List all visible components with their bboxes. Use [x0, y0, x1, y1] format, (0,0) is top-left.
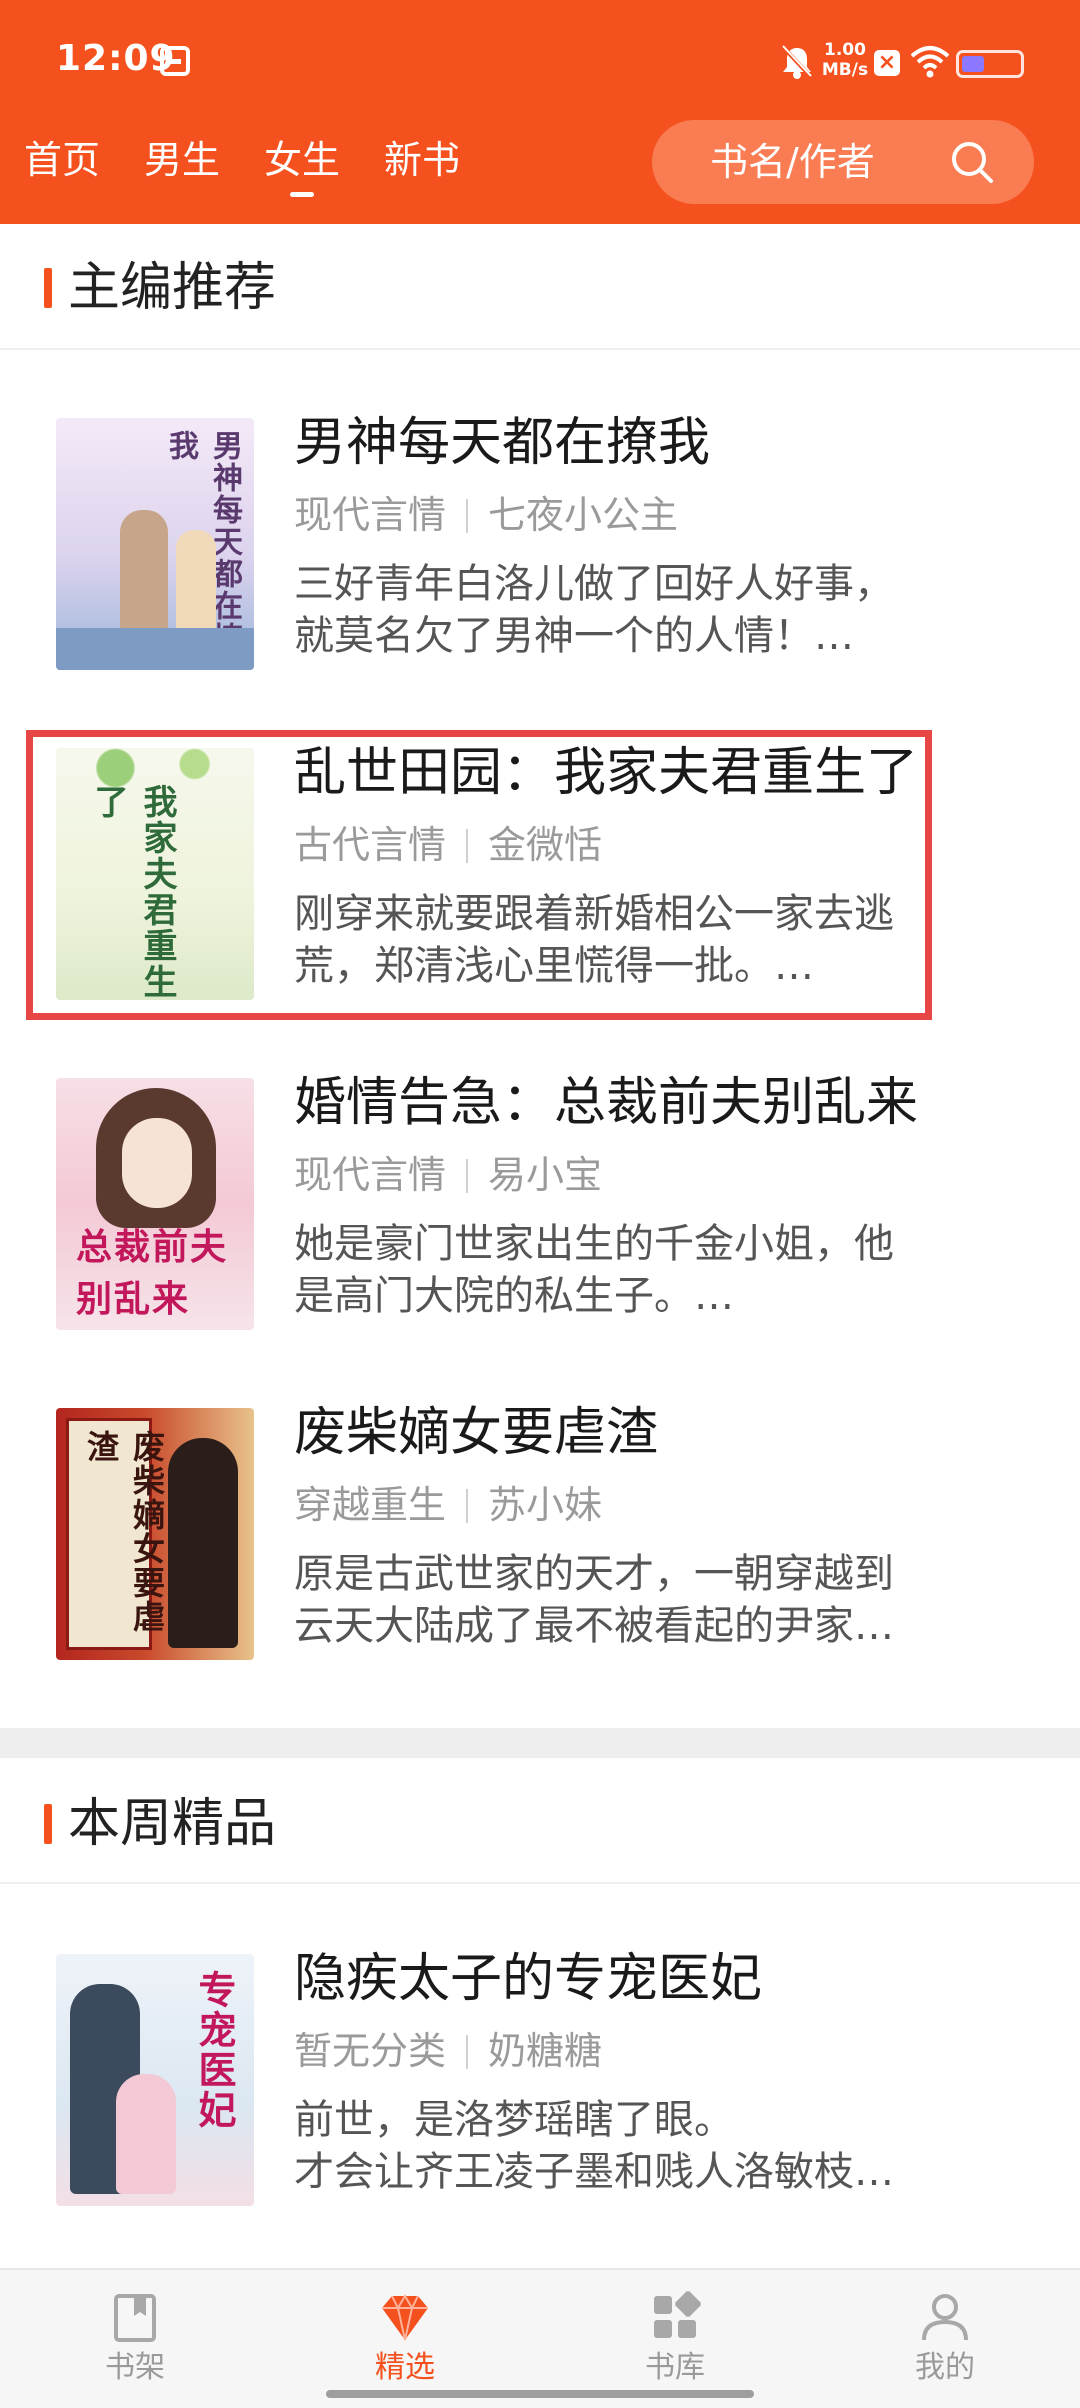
- nav-bookshelf[interactable]: 书架: [60, 2290, 210, 2386]
- cover-title-text: 总裁前夫别乱来: [76, 1226, 229, 1320]
- status-bar: 12:09 1.00 MB/s ×: [0, 0, 1080, 120]
- network-speed-value: 1.00: [824, 40, 866, 60]
- tab-home[interactable]: 首页: [24, 130, 100, 190]
- divider: [0, 1882, 1080, 1884]
- search-placeholder: 书名/作者: [710, 140, 875, 184]
- description-line: 原是古武世家的天才，一朝穿越到: [294, 1551, 894, 1597]
- nav-label: 书库: [645, 2350, 705, 2385]
- book-description: 前世，是洛梦瑶瞎了眼。 才会让齐王凌子墨和贱人洛敏枝…: [294, 2094, 1014, 2198]
- meta-separator: [466, 499, 469, 533]
- wifi-icon: [910, 46, 950, 78]
- section-header-weekly-picks: 本周精品: [0, 1764, 1080, 1884]
- bookshelf-icon: [114, 2294, 156, 2342]
- book-description: 三好青年白洛儿做了回好人好事， 就莫名欠了男神一个的人情！…: [294, 558, 1014, 662]
- book-description: 原是古武世家的天才，一朝穿越到 云天大陆成了最不被看起的尹家…: [294, 1548, 1014, 1652]
- book-meta: 穿越重生 苏小妹: [294, 1480, 602, 1530]
- status-time: 12:09: [56, 38, 176, 79]
- book-cover: 废柴嫡女要虐渣: [56, 1408, 254, 1660]
- nav-library[interactable]: 书库: [600, 2290, 750, 2386]
- calendar-icon: [160, 46, 190, 76]
- section-title: 主编推荐: [68, 258, 277, 318]
- book-item[interactable]: 专宠医妃 隐疾太子的专宠医妃 暂无分类 奶糖糖 前世，是洛梦瑶瞎了眼。 才会让齐王…: [0, 1944, 1080, 2206]
- search-icon: [952, 142, 993, 183]
- book-item[interactable]: 男神每天都在撩我 男神每天都在撩我 现代言情 七夜小公主 三好青年白洛儿做了回好人…: [0, 408, 1080, 670]
- meta-separator: [466, 1489, 469, 1523]
- description-line: 才会让齐王凌子墨和贱人洛敏枝…: [294, 2149, 894, 2195]
- section-marker: [44, 1804, 52, 1844]
- nav-label: 精选: [375, 2350, 435, 2385]
- book-author: 七夜小公主: [488, 493, 679, 537]
- book-item[interactable]: 总裁前夫别乱来 婚情告急：总裁前夫别乱来 现代言情 易小宝 她是豪门世家出生的千金…: [0, 1068, 1080, 1330]
- book-author: 苏小妹: [488, 1483, 603, 1527]
- close-box-icon: ×: [874, 50, 900, 76]
- book-item[interactable]: 废柴嫡女要虐渣 废柴嫡女要虐渣 穿越重生 苏小妹 原是古武世家的天才，一朝穿越到 …: [0, 1398, 1080, 1660]
- book-author: 奶糖糖: [488, 2029, 603, 2073]
- cover-title-text: 专宠医妃: [192, 1970, 237, 2130]
- book-description: 她是豪门世家出生的千金小姐，他 是高门大院的私生子。…: [294, 1218, 1014, 1322]
- description-line: 她是豪门世家出生的千金小姐，他: [294, 1221, 894, 1267]
- section-marker: [44, 268, 52, 308]
- nav-profile[interactable]: 我的: [870, 2290, 1020, 2386]
- tab-male[interactable]: 男生: [144, 130, 220, 190]
- divider: [0, 348, 1080, 350]
- book-title: 男神每天都在撩我: [294, 413, 711, 473]
- book-meta: 现代言情 易小宝: [294, 1150, 602, 1200]
- mute-bell-icon: [782, 45, 812, 79]
- book-cover: 专宠医妃: [56, 1954, 254, 2206]
- cover-title-text: 废柴嫡女要虐渣: [82, 1430, 166, 1634]
- book-title: 废柴嫡女要虐渣: [294, 1403, 659, 1463]
- battery-icon: [956, 50, 1024, 78]
- book-category: 穿越重生: [294, 1483, 447, 1527]
- book-author: 易小宝: [488, 1153, 603, 1197]
- network-speed-unit: MB/s: [821, 60, 869, 80]
- tab-new-books[interactable]: 新书: [384, 130, 460, 190]
- app-header: 12:09 1.00 MB/s × 首页 男生 女生 新书 书名/作者: [0, 0, 1080, 224]
- book-meta: 暂无分类 奶糖糖: [294, 2026, 602, 2076]
- search-box[interactable]: 书名/作者: [652, 120, 1034, 204]
- book-category: 暂无分类: [294, 2029, 447, 2073]
- section-gap: [0, 1728, 1080, 1758]
- network-speed: 1.00 MB/s: [820, 40, 870, 80]
- book-cover: 总裁前夫别乱来: [56, 1078, 254, 1330]
- person-icon: [922, 2294, 968, 2341]
- nav-label: 书架: [105, 2350, 165, 2385]
- bottom-navigation: 书架 精选 书库 我的: [0, 2268, 1080, 2408]
- section-title: 本周精品: [68, 1794, 277, 1854]
- book-title: 婚情告急：总裁前夫别乱来: [294, 1073, 919, 1133]
- description-line: 就莫名欠了男神一个的人情！…: [294, 613, 854, 659]
- description-line: 云天大陆成了最不被看起的尹家…: [294, 1603, 894, 1649]
- meta-separator: [466, 2035, 469, 2069]
- diamond-icon: [382, 2294, 428, 2341]
- description-line: 是高门大院的私生子。…: [294, 1273, 734, 1319]
- highlight-box: [26, 730, 932, 1020]
- book-meta: 现代言情 七夜小公主: [294, 490, 678, 540]
- home-indicator[interactable]: [326, 2390, 754, 2398]
- section-header-editor-picks: 主编推荐: [0, 228, 1080, 348]
- book-category: 现代言情: [294, 1153, 447, 1197]
- grid-icon: [654, 2291, 701, 2338]
- book-category: 现代言情: [294, 493, 447, 537]
- meta-separator: [466, 1159, 469, 1193]
- description-line: 三好青年白洛儿做了回好人好事，: [294, 561, 894, 607]
- nav-label: 我的: [915, 2350, 975, 2385]
- nav-featured[interactable]: 精选: [330, 2290, 480, 2386]
- book-title: 隐疾太子的专宠医妃: [294, 1949, 763, 2009]
- description-line: 前世，是洛梦瑶瞎了眼。: [294, 2097, 734, 2143]
- tab-female[interactable]: 女生: [264, 130, 340, 197]
- book-cover: 男神每天都在撩我: [56, 418, 254, 670]
